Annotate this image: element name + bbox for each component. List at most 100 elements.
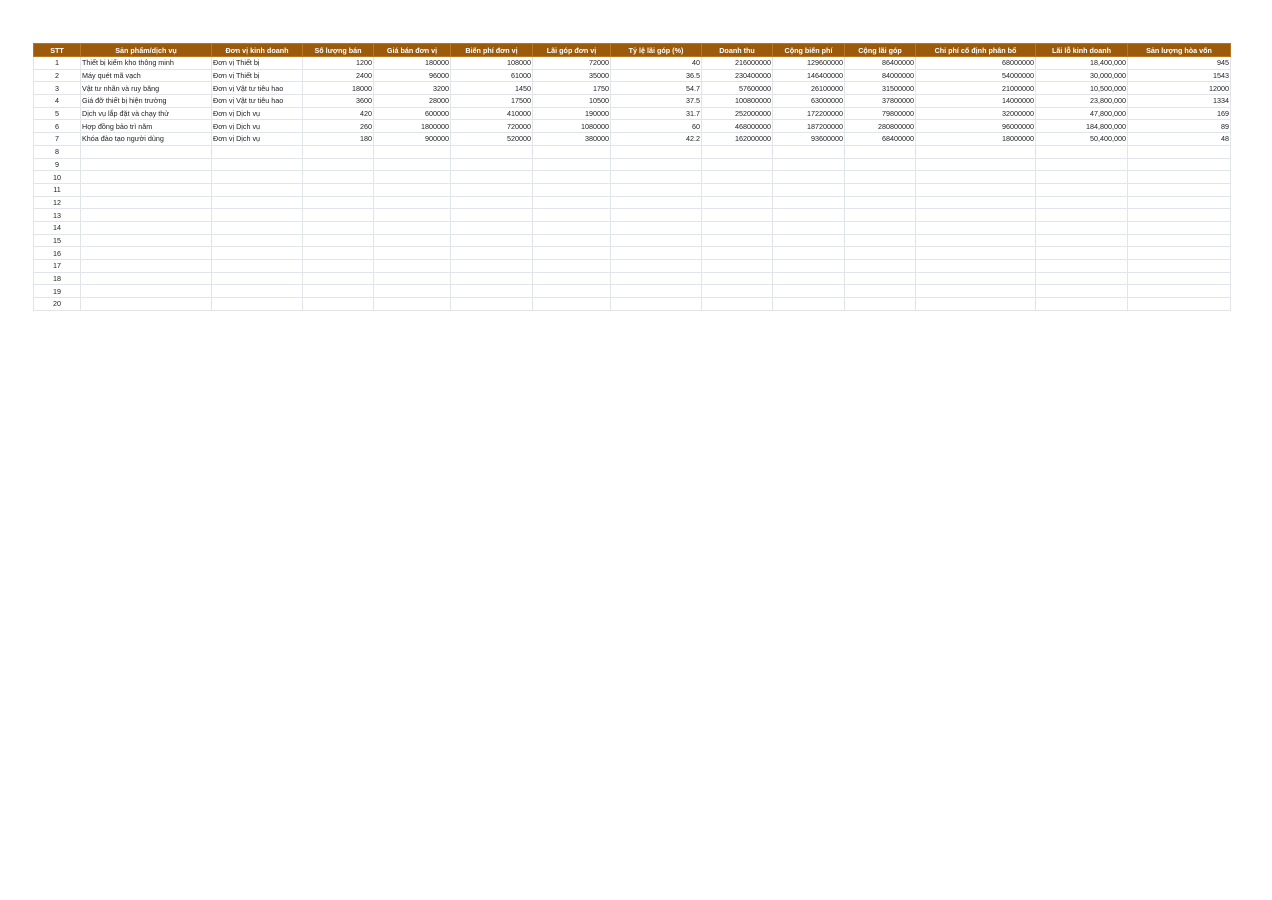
cell-unit-contribution[interactable]: 190000 [532, 106, 611, 121]
cell-product-service[interactable] [80, 157, 212, 172]
column-header-allocated-fixed-cost[interactable]: Chi phí cố định phân bổ [915, 43, 1036, 57]
cell-operating-profit[interactable] [1035, 182, 1128, 197]
cell-total-contribution[interactable] [844, 170, 916, 184]
cell-allocated-fixed-cost[interactable] [915, 170, 1036, 184]
cell-break-even-volume[interactable] [1127, 182, 1231, 197]
cell-contribution-ratio[interactable] [610, 284, 702, 299]
cell-total-contribution[interactable] [844, 259, 916, 273]
cell-stt[interactable]: 16 [33, 246, 81, 260]
cell-unit-contribution[interactable] [532, 297, 611, 311]
cell-allocated-fixed-cost[interactable] [915, 182, 1036, 197]
cell-unit-variable-cost[interactable] [450, 246, 533, 260]
cell-stt[interactable]: 1 [33, 56, 81, 70]
cell-break-even-volume[interactable] [1127, 157, 1231, 172]
cell-product-service[interactable]: Dịch vụ lắp đặt và chạy thử [80, 106, 212, 121]
cell-product-service[interactable]: Máy quét mã vạch [80, 68, 212, 83]
cell-unit-contribution[interactable] [532, 233, 611, 248]
cell-total-variable-cost[interactable] [772, 297, 845, 311]
cell-total-contribution[interactable]: 31500000 [844, 81, 916, 96]
cell-contribution-ratio[interactable] [610, 144, 702, 159]
cell-total-variable-cost[interactable]: 187200000 [772, 119, 845, 134]
cell-total-variable-cost[interactable] [772, 157, 845, 172]
cell-total-variable-cost[interactable] [772, 182, 845, 197]
cell-unit-price[interactable] [373, 195, 451, 210]
cell-unit-contribution[interactable] [532, 144, 611, 159]
cell-product-service[interactable] [80, 220, 212, 235]
cell-total-variable-cost[interactable] [772, 246, 845, 260]
cell-business-unit[interactable] [211, 284, 303, 299]
cell-operating-profit[interactable] [1035, 208, 1128, 222]
cell-total-contribution[interactable] [844, 182, 916, 197]
cell-operating-profit[interactable] [1035, 233, 1128, 248]
cell-unit-contribution[interactable]: 1750 [532, 81, 611, 96]
cell-unit-contribution[interactable] [532, 208, 611, 222]
cell-contribution-ratio[interactable] [610, 195, 702, 210]
cell-allocated-fixed-cost[interactable]: 54000000 [915, 68, 1036, 83]
cell-product-service[interactable] [80, 170, 212, 184]
cell-total-variable-cost[interactable]: 93600000 [772, 132, 845, 146]
cell-total-variable-cost[interactable]: 26100000 [772, 81, 845, 96]
cell-total-variable-cost[interactable] [772, 284, 845, 299]
cell-revenue[interactable]: 57600000 [701, 81, 773, 96]
cell-operating-profit[interactable] [1035, 259, 1128, 273]
cell-total-variable-cost[interactable] [772, 233, 845, 248]
cell-quantity-sold[interactable]: 2400 [302, 68, 374, 83]
cell-break-even-volume[interactable]: 48 [1127, 132, 1231, 146]
cell-business-unit[interactable] [211, 297, 303, 311]
cell-business-unit[interactable]: Đơn vị Dịch vụ [211, 106, 303, 121]
cell-unit-contribution[interactable] [532, 157, 611, 172]
cell-allocated-fixed-cost[interactable]: 68000000 [915, 56, 1036, 70]
cell-total-contribution[interactable] [844, 284, 916, 299]
cell-stt[interactable]: 11 [33, 182, 81, 197]
cell-unit-contribution[interactable]: 380000 [532, 132, 611, 146]
cell-revenue[interactable]: 216000000 [701, 56, 773, 70]
column-header-business-unit[interactable]: Đơn vị kinh doanh [211, 43, 303, 57]
cell-quantity-sold[interactable] [302, 195, 374, 210]
cell-business-unit[interactable] [211, 233, 303, 248]
cell-product-service[interactable] [80, 195, 212, 210]
cell-stt[interactable]: 18 [33, 271, 81, 286]
cell-total-variable-cost[interactable] [772, 144, 845, 159]
cell-product-service[interactable]: Hợp đồng bảo trì năm [80, 119, 212, 134]
cell-stt[interactable]: 17 [33, 259, 81, 273]
cell-break-even-volume[interactable] [1127, 246, 1231, 260]
cell-revenue[interactable] [701, 233, 773, 248]
cell-operating-profit[interactable] [1035, 271, 1128, 286]
cell-contribution-ratio[interactable] [610, 246, 702, 260]
cell-total-contribution[interactable] [844, 144, 916, 159]
cell-business-unit[interactable]: Đơn vị Thiết bị [211, 56, 303, 70]
cell-revenue[interactable] [701, 284, 773, 299]
cell-stt[interactable]: 5 [33, 106, 81, 121]
cell-unit-price[interactable] [373, 233, 451, 248]
cell-revenue[interactable]: 100800000 [701, 94, 773, 108]
cell-contribution-ratio[interactable] [610, 233, 702, 248]
cell-total-variable-cost[interactable]: 146400000 [772, 68, 845, 83]
cell-business-unit[interactable] [211, 144, 303, 159]
cell-total-contribution[interactable] [844, 208, 916, 222]
cell-unit-price[interactable] [373, 271, 451, 286]
cell-total-contribution[interactable] [844, 233, 916, 248]
cell-allocated-fixed-cost[interactable] [915, 233, 1036, 248]
cell-quantity-sold[interactable] [302, 297, 374, 311]
cell-unit-variable-cost[interactable] [450, 259, 533, 273]
cell-stt[interactable]: 10 [33, 170, 81, 184]
cell-unit-price[interactable] [373, 246, 451, 260]
cell-break-even-volume[interactable] [1127, 297, 1231, 311]
cell-product-service[interactable]: Giá đỡ thiết bị hiện trường [80, 94, 212, 108]
cell-product-service[interactable] [80, 144, 212, 159]
cell-unit-price[interactable]: 180000 [373, 56, 451, 70]
cell-business-unit[interactable] [211, 195, 303, 210]
cell-quantity-sold[interactable] [302, 259, 374, 273]
cell-unit-contribution[interactable] [532, 170, 611, 184]
cell-contribution-ratio[interactable]: 31.7 [610, 106, 702, 121]
cell-contribution-ratio[interactable]: 36.5 [610, 68, 702, 83]
cell-unit-variable-cost[interactable] [450, 233, 533, 248]
cell-total-contribution[interactable]: 84000000 [844, 68, 916, 83]
cell-break-even-volume[interactable] [1127, 259, 1231, 273]
cell-unit-price[interactable]: 96000 [373, 68, 451, 83]
cell-stt[interactable]: 13 [33, 208, 81, 222]
cell-total-variable-cost[interactable] [772, 271, 845, 286]
cell-operating-profit[interactable]: 50,400,000 [1035, 132, 1128, 146]
cell-allocated-fixed-cost[interactable] [915, 259, 1036, 273]
cell-unit-variable-cost[interactable] [450, 182, 533, 197]
